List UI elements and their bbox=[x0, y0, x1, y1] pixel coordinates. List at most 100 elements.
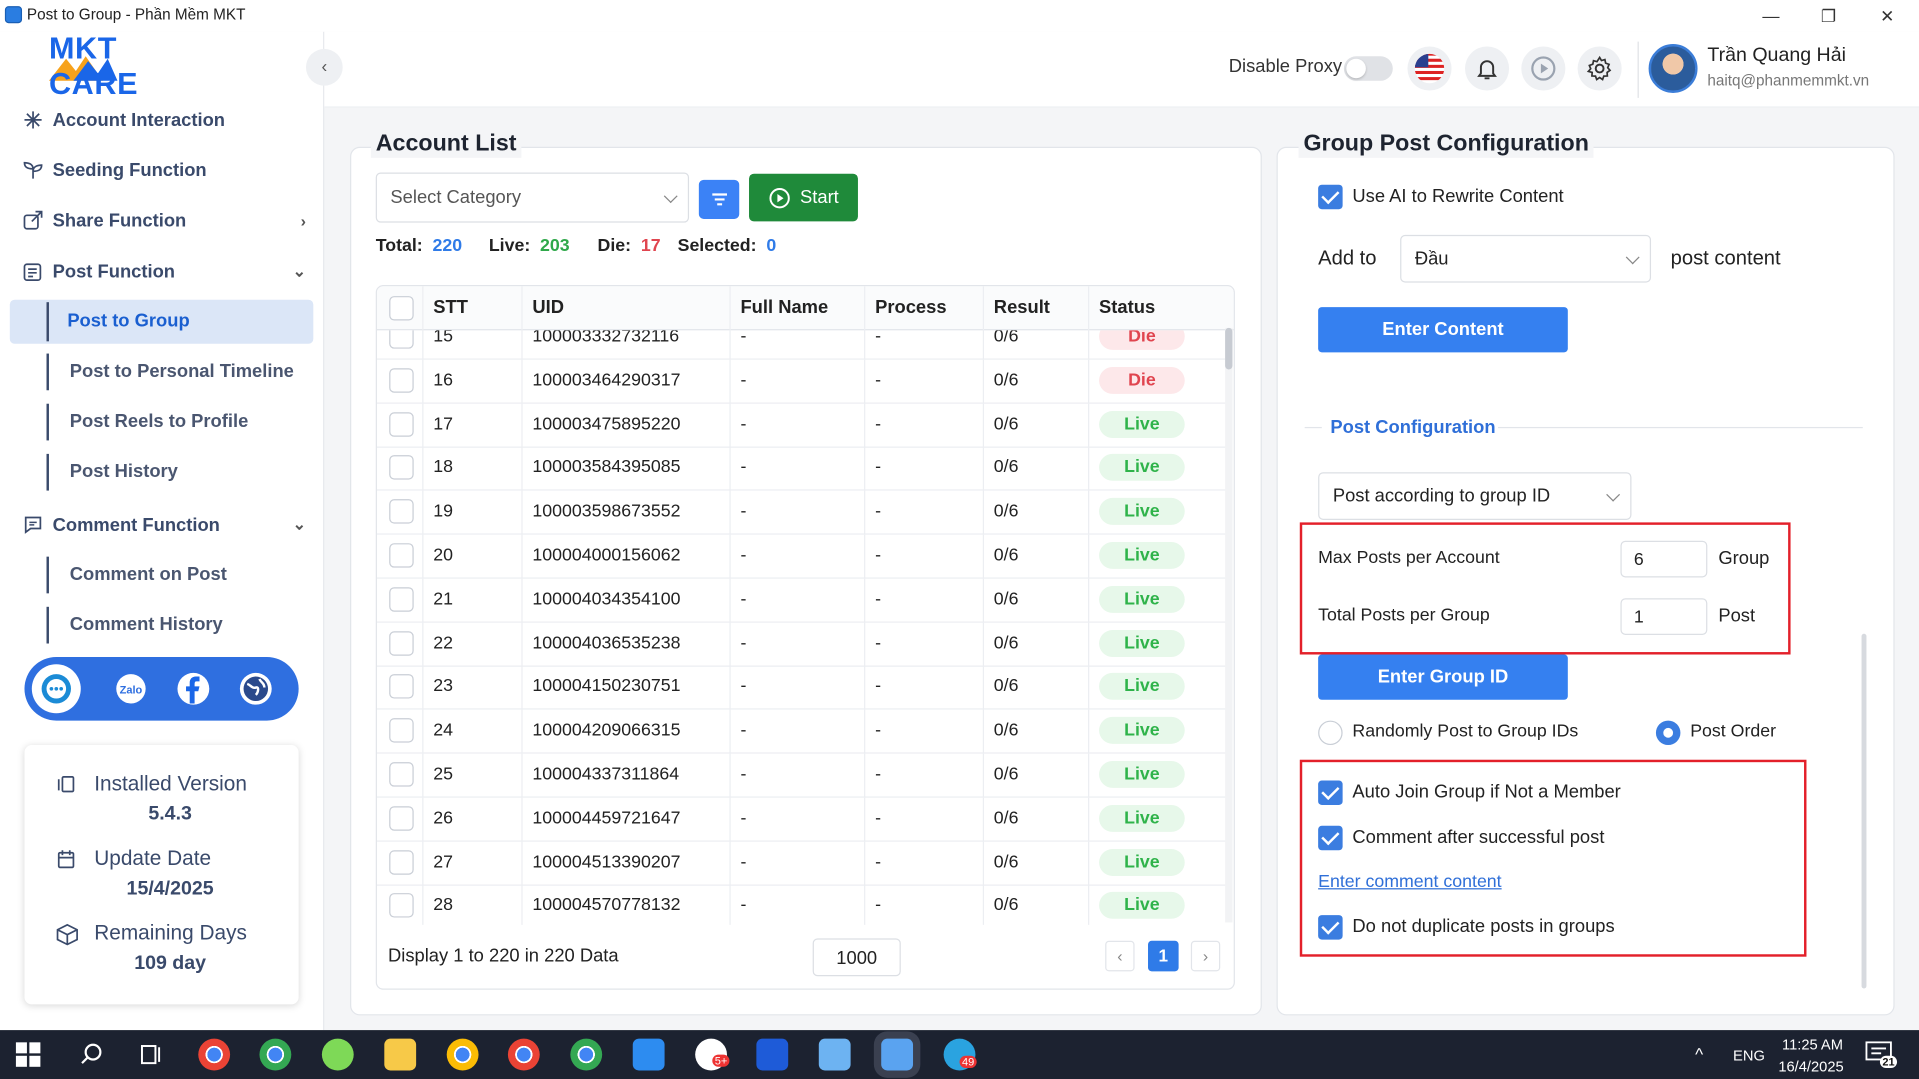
clock-time[interactable]: 11:25 AM bbox=[1782, 1036, 1843, 1053]
table-body[interactable]: 15 100003332732116- -0/6 Die 16 1000034642903… bbox=[376, 330, 1227, 925]
row-checkbox[interactable] bbox=[389, 893, 414, 919]
row-checkbox[interactable] bbox=[389, 718, 414, 743]
table-row[interactable]: 25 100004337311864- -0/6 Live bbox=[376, 753, 1227, 798]
enter-group-id-button[interactable]: Enter Group ID bbox=[1318, 654, 1568, 700]
add-to-select[interactable]: Đầu bbox=[1400, 234, 1652, 283]
col-process[interactable]: Process bbox=[864, 286, 983, 331]
table-row[interactable]: 23 100004150230751- -0/6 Live bbox=[376, 666, 1227, 711]
prev-page-button[interactable]: ‹ bbox=[1105, 940, 1135, 972]
nav-seeding-function[interactable]: Seeding Function bbox=[22, 159, 306, 181]
table-row[interactable]: 18 100003584395085- -0/6 Live bbox=[376, 447, 1227, 492]
page-size-input[interactable]: 1000 bbox=[812, 938, 901, 977]
row-checkbox[interactable] bbox=[389, 805, 414, 831]
total-posts-input[interactable]: 1 bbox=[1620, 598, 1708, 635]
row-checkbox[interactable] bbox=[389, 455, 414, 481]
bell-icon[interactable] bbox=[1465, 46, 1510, 91]
globe-icon[interactable] bbox=[231, 664, 280, 713]
close-button[interactable]: ✕ bbox=[1875, 4, 1899, 28]
logo[interactable]: MKT CARE bbox=[47, 32, 137, 102]
row-checkbox[interactable] bbox=[389, 849, 414, 875]
table-row[interactable]: 24 100004209066315- -0/6 Live bbox=[376, 709, 1227, 754]
sub-post-to-group[interactable]: Post to Group bbox=[9, 299, 314, 344]
play-icon[interactable] bbox=[1521, 46, 1566, 91]
table-row[interactable]: 28 100004570778132- -0/6 Live bbox=[377, 884, 1226, 925]
chrome-icon[interactable] bbox=[507, 1038, 540, 1071]
proxy-toggle[interactable] bbox=[1343, 56, 1393, 81]
col-full-name[interactable]: Full Name bbox=[729, 286, 864, 331]
app-blue-icon[interactable] bbox=[632, 1038, 665, 1071]
table-row[interactable]: 17 100003475895220- -0/6 Live bbox=[376, 403, 1227, 448]
row-checkbox[interactable] bbox=[389, 411, 414, 437]
file-explorer-icon[interactable] bbox=[384, 1038, 417, 1071]
row-checkbox[interactable] bbox=[389, 543, 414, 568]
search-icon[interactable] bbox=[76, 1039, 108, 1071]
task-view-icon[interactable] bbox=[135, 1039, 167, 1071]
nav-post-function[interactable]: Post Function ⌄ bbox=[22, 261, 306, 283]
use-ai-checkbox[interactable] bbox=[1318, 184, 1343, 210]
sub-comment-on-post[interactable]: Comment on Post bbox=[46, 556, 306, 594]
page-1-button[interactable]: 1 bbox=[1148, 940, 1179, 972]
nav-comment-function[interactable]: Comment Function ⌄ bbox=[22, 514, 306, 536]
col-status[interactable]: Status bbox=[1088, 286, 1226, 331]
row-checkbox[interactable] bbox=[389, 367, 414, 393]
enter-comment-link[interactable]: Enter comment content bbox=[1318, 872, 1501, 892]
gear-icon[interactable] bbox=[1577, 46, 1622, 91]
row-checkbox[interactable] bbox=[389, 674, 414, 700]
telegram-icon[interactable]: 49 bbox=[943, 1038, 977, 1071]
chrome-icon[interactable] bbox=[198, 1038, 231, 1071]
chrome-profile-icon[interactable] bbox=[259, 1038, 292, 1071]
nav-share-function[interactable]: Share Function › bbox=[22, 209, 306, 231]
post-mode-select[interactable]: Post according to group ID bbox=[1318, 472, 1632, 520]
facebook-icon[interactable] bbox=[169, 664, 218, 713]
collapse-sidebar-button[interactable]: ‹ bbox=[305, 48, 343, 86]
app-green-icon[interactable] bbox=[321, 1038, 354, 1071]
mkt-app-icon[interactable] bbox=[818, 1038, 851, 1071]
language-indicator[interactable]: ENG bbox=[1733, 1047, 1765, 1064]
filter-button[interactable] bbox=[698, 179, 740, 219]
us-flag-icon[interactable] bbox=[1407, 46, 1452, 91]
mkt-care-active-icon[interactable] bbox=[881, 1038, 914, 1071]
max-posts-input[interactable]: 6 bbox=[1620, 540, 1708, 578]
comment-after-checkbox[interactable] bbox=[1318, 825, 1343, 851]
minimize-button[interactable]: — bbox=[1759, 4, 1783, 28]
table-row[interactable]: 20 100004000156062- -0/6 Live bbox=[376, 534, 1227, 579]
next-page-button[interactable]: › bbox=[1190, 940, 1221, 972]
tray-expand-icon[interactable]: ^ bbox=[1695, 1045, 1703, 1065]
notification-center-icon[interactable]: 21 bbox=[1865, 1041, 1898, 1069]
config-scrollbar[interactable] bbox=[1861, 633, 1867, 989]
table-row[interactable]: 16 100003464290317- -0/6 Die bbox=[376, 359, 1227, 404]
post-order-radio[interactable] bbox=[1655, 720, 1681, 746]
table-row[interactable]: 21 100004034354100- -0/6 Live bbox=[376, 578, 1227, 623]
restore-button[interactable]: ❐ bbox=[1816, 4, 1840, 28]
table-row[interactable]: 27 100004513390207- -0/6 Live bbox=[376, 841, 1227, 886]
scrollbar-thumb[interactable] bbox=[1225, 327, 1233, 370]
col-stt[interactable]: STT bbox=[422, 286, 522, 331]
avatar[interactable] bbox=[1648, 44, 1698, 93]
start-button[interactable]: Start bbox=[749, 173, 858, 222]
row-checkbox[interactable] bbox=[389, 499, 414, 524]
auto-join-checkbox[interactable] bbox=[1318, 780, 1343, 805]
col-uid[interactable]: UID bbox=[521, 286, 729, 331]
select-all-checkbox[interactable] bbox=[389, 296, 414, 321]
table-scrollbar[interactable] bbox=[1225, 327, 1233, 923]
zalo-taskbar-icon[interactable]: 5+ bbox=[695, 1038, 730, 1071]
sub-comment-history[interactable]: Comment History bbox=[46, 606, 306, 644]
sub-post-history[interactable]: Post History bbox=[46, 453, 306, 491]
app-wave-icon[interactable] bbox=[756, 1038, 789, 1071]
zalo-icon[interactable]: Zalo bbox=[106, 664, 155, 713]
row-checkbox[interactable] bbox=[389, 330, 414, 349]
clock-date[interactable]: 16/4/2025 bbox=[1778, 1058, 1843, 1075]
sub-post-to-personal-timeline[interactable]: Post to Personal Timeline bbox=[46, 353, 306, 391]
random-post-radio[interactable] bbox=[1318, 720, 1343, 746]
chrome-icon[interactable] bbox=[570, 1038, 603, 1071]
row-checkbox[interactable] bbox=[389, 762, 414, 787]
col-result[interactable]: Result bbox=[982, 286, 1088, 331]
chrome-icon[interactable] bbox=[446, 1038, 479, 1071]
row-checkbox[interactable] bbox=[389, 586, 414, 612]
category-select[interactable]: Select Category bbox=[375, 172, 690, 223]
table-row[interactable]: 26 100004459721647- -0/6 Live bbox=[376, 797, 1227, 842]
enter-content-button[interactable]: Enter Content bbox=[1318, 307, 1568, 353]
row-checkbox[interactable] bbox=[389, 630, 414, 656]
table-row[interactable]: 22 100004036535238- -0/6 Live bbox=[376, 622, 1227, 667]
nav-account-interaction[interactable]: Account Interaction bbox=[22, 109, 306, 131]
